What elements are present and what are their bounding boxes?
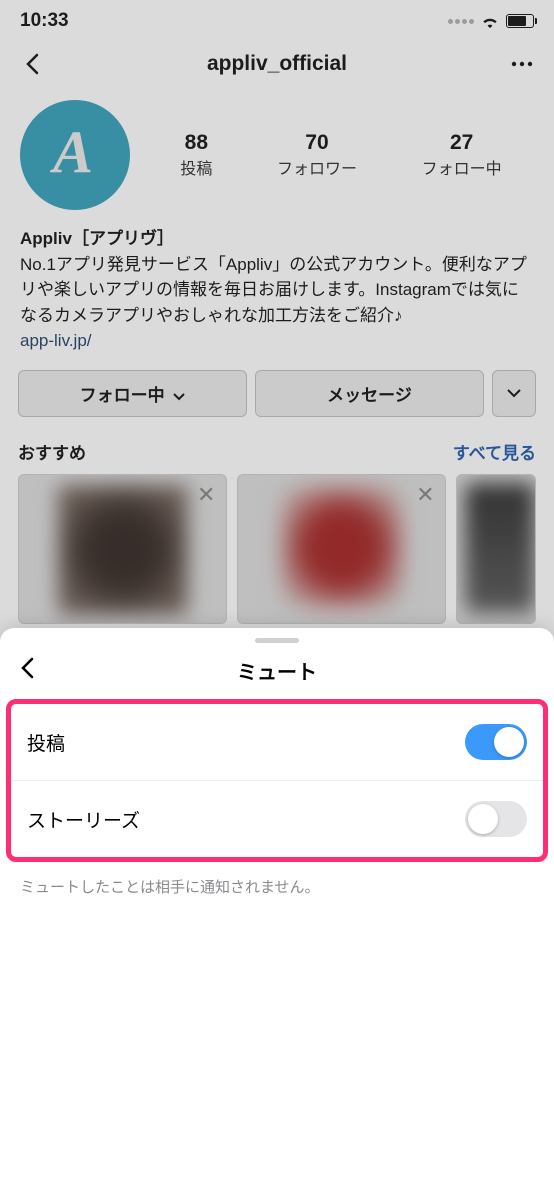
stat-followers-label: フォロワー [277, 155, 357, 179]
suggest-avatar [58, 485, 188, 615]
suggest-card[interactable]: ✕ [237, 474, 446, 624]
suggest-card[interactable] [456, 474, 536, 624]
following-button[interactable]: フォロー中 [18, 370, 247, 417]
close-icon[interactable]: ✕ [192, 481, 220, 509]
back-icon[interactable] [18, 50, 46, 78]
mute-stories-row: ストーリーズ [11, 781, 543, 857]
avatar[interactable]: A [20, 100, 130, 210]
suggest-see-all[interactable]: すべて見る [453, 439, 536, 464]
page-title: appliv_official [207, 52, 347, 76]
avatar-letter: A [53, 118, 93, 187]
chevron-down-icon [507, 389, 521, 398]
stat-following-label: フォロー中 [422, 155, 502, 179]
suggest-avatar [465, 483, 535, 613]
sheet-back-icon[interactable] [20, 657, 46, 683]
mute-posts-label: 投稿 [27, 729, 65, 756]
suggest-avatar [282, 487, 402, 607]
mute-stories-label: ストーリーズ [27, 806, 140, 833]
stat-posts-label: 投稿 [180, 155, 212, 179]
more-icon[interactable] [508, 50, 536, 78]
wifi-icon [480, 14, 500, 29]
stat-followers[interactable]: 70 フォロワー [277, 131, 357, 179]
suggest-toggle-button[interactable] [492, 370, 536, 417]
suggest-title: おすすめ [18, 439, 86, 464]
stat-following[interactable]: 27 フォロー中 [422, 131, 502, 179]
following-label: フォロー中 [80, 386, 165, 405]
stat-posts-count: 88 [180, 131, 212, 155]
battery-icon [506, 14, 534, 28]
mute-stories-toggle[interactable] [465, 801, 527, 837]
profile-name: Appliv［アプリヴ］ [20, 226, 534, 252]
message-button[interactable]: メッセージ [255, 370, 484, 417]
status-icons [448, 14, 534, 29]
mute-note: ミュートしたことは相手に通知されません。 [0, 862, 554, 911]
mute-posts-toggle[interactable] [465, 724, 527, 760]
mute-sheet: ミュート 投稿 ストーリーズ ミュートしたことは相手に通知されません。 [0, 628, 554, 1200]
status-time: 10:33 [20, 10, 69, 32]
suggest-card[interactable]: ✕ [18, 474, 227, 624]
profile-link[interactable]: app-liv.jp/ [20, 328, 534, 354]
profile-bio: No.1アプリ発見サービス「Appliv」の公式アカウント。便利なアプリや楽しい… [20, 252, 534, 329]
highlight-box: 投稿 ストーリーズ [6, 699, 548, 862]
stat-following-count: 27 [422, 131, 502, 155]
sheet-title: ミュート [237, 656, 317, 685]
close-icon[interactable]: ✕ [411, 481, 439, 509]
stat-posts[interactable]: 88 投稿 [180, 131, 212, 179]
stat-followers-count: 70 [277, 131, 357, 155]
sheet-handle[interactable] [255, 638, 299, 643]
mute-posts-row: 投稿 [11, 704, 543, 781]
